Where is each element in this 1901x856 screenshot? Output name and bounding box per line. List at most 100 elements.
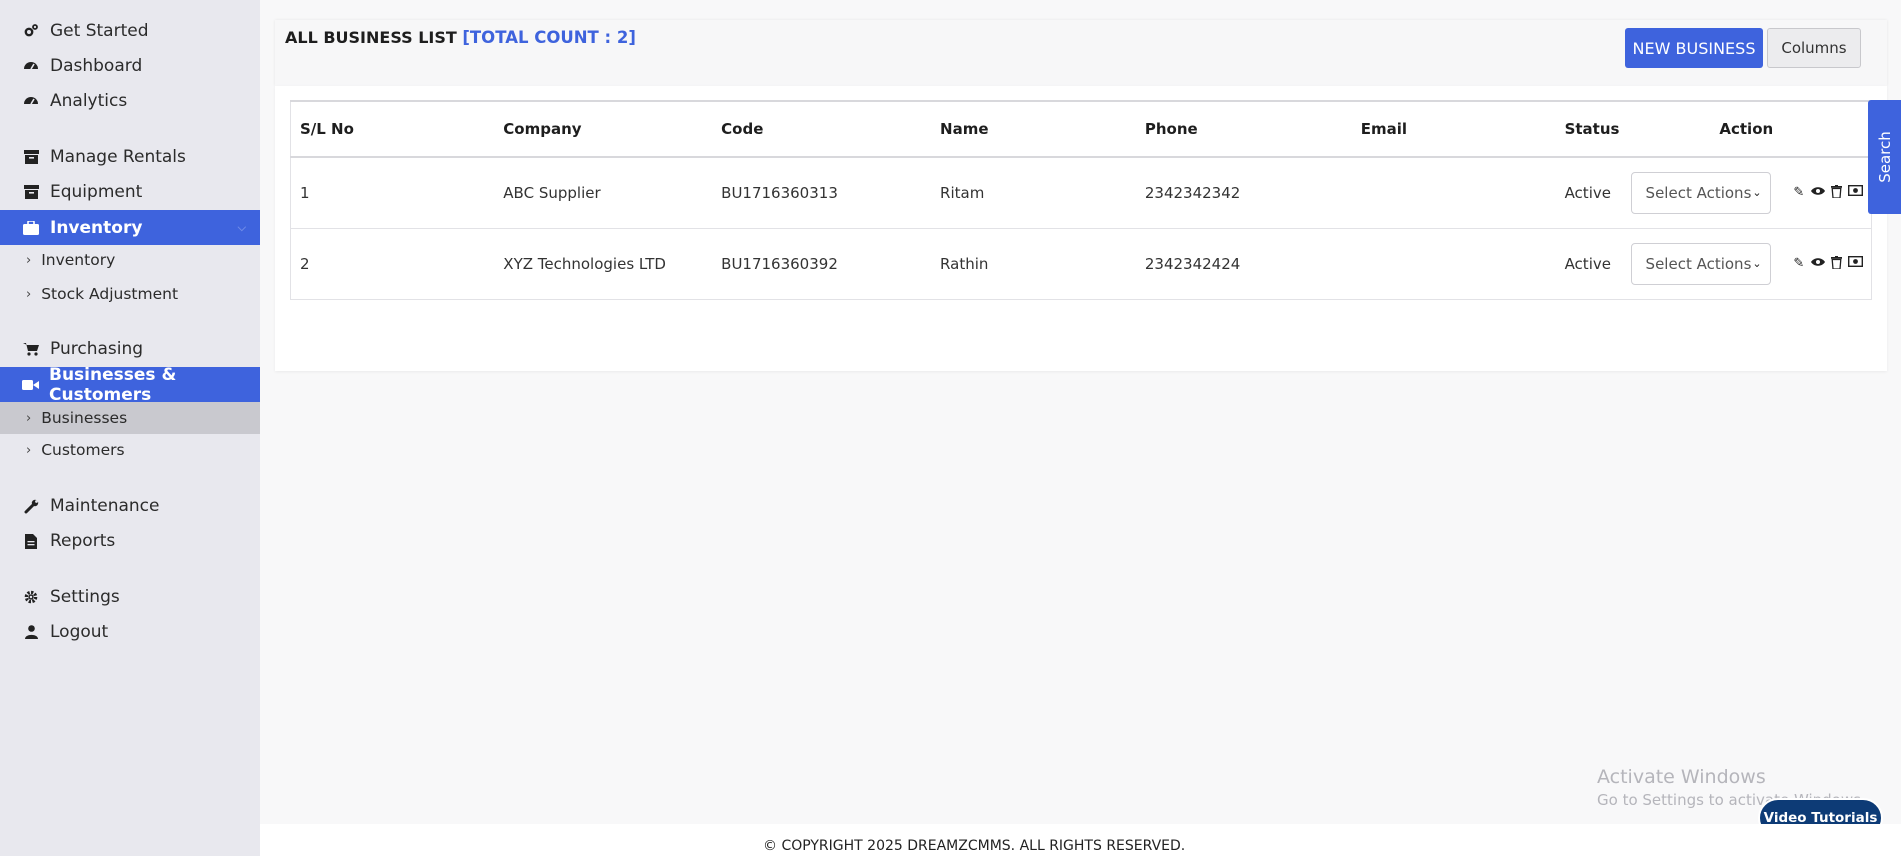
- gears-icon: [22, 22, 40, 40]
- column-header-company[interactable]: Company: [494, 100, 713, 158]
- select-actions-dropdown[interactable]: Select Actions ⌄: [1630, 242, 1771, 285]
- select-actions-value: Select Actions: [1645, 183, 1752, 202]
- table-row: 2 XYZ Technologies LTD BU1716360392 Rath…: [290, 228, 1872, 300]
- chevron-right-icon: ›: [26, 286, 32, 302]
- sidebar-label: Businesses & Customers: [49, 364, 177, 405]
- activate-windows-watermark: Activate Windows: [1597, 766, 1766, 788]
- copyright-text: © COPYRIGHT 2025 DREAMZCMMS. ALL RIGHTS …: [763, 838, 1186, 854]
- sidebar-sub-label: Customers: [41, 441, 125, 459]
- page-title-text: ALL BUSINESS LIST: [285, 28, 457, 47]
- sidebar-item-logout[interactable]: Logout: [0, 615, 260, 649]
- column-header-email[interactable]: Email: [1351, 100, 1556, 158]
- cell-code: BU1716360392: [712, 228, 932, 300]
- payment-money-icon[interactable]: [1848, 255, 1864, 273]
- new-business-button[interactable]: NEW BUSINESS: [1625, 28, 1763, 68]
- column-header-sl[interactable]: S/L No: [290, 100, 495, 158]
- cell-sl: 1: [290, 157, 495, 229]
- delete-trash-icon[interactable]: [1829, 184, 1844, 202]
- sidebar-label: Analytics: [50, 91, 128, 111]
- sidebar-label: Dashboard: [50, 56, 143, 76]
- cart-icon: [22, 340, 40, 358]
- columns-button[interactable]: Columns: [1767, 28, 1861, 68]
- payment-money-icon[interactable]: [1848, 184, 1864, 202]
- sidebar-label: Get Started: [50, 21, 149, 41]
- sidebar-item-purchasing[interactable]: Purchasing: [0, 332, 260, 366]
- sidebar-subitem-stock-adjustment[interactable]: › Stock Adjustment: [0, 279, 260, 309]
- file-icon: [22, 532, 40, 550]
- cell-status: Active: [1555, 157, 1622, 229]
- sidebar-label: Equipment: [50, 182, 143, 202]
- sidebar-item-reports[interactable]: Reports: [0, 524, 260, 558]
- sidebar-label: Reports: [50, 531, 116, 551]
- sidebar-label: Manage Rentals: [50, 147, 186, 167]
- dashboard-icon: [22, 57, 40, 75]
- search-side-tab[interactable]: Search: [1868, 100, 1901, 214]
- column-header-action: Action: [1621, 100, 1872, 158]
- search-tab-label: Search: [1875, 131, 1894, 183]
- chevron-down-icon: ⌄: [1752, 186, 1762, 200]
- column-header-name[interactable]: Name: [931, 100, 1136, 158]
- video-camera-icon: [22, 376, 39, 394]
- cell-action: Select Actions ⌄ ✎: [1621, 157, 1872, 229]
- sidebar-item-dashboard[interactable]: Dashboard: [0, 49, 260, 83]
- sidebar-subitem-businesses[interactable]: › Businesses: [0, 402, 260, 434]
- column-header-phone[interactable]: Phone: [1135, 100, 1352, 158]
- chevron-down-icon: ⌵: [237, 220, 246, 234]
- archive-icon: [22, 148, 40, 166]
- sidebar-label: Maintenance: [50, 496, 160, 516]
- list-header: ALL BUSINESS LIST [TOTAL COUNT : 2] NEW …: [275, 20, 1887, 86]
- archive-icon: [22, 183, 40, 201]
- chevron-right-icon: ›: [26, 442, 32, 458]
- sidebar-item-maintenance[interactable]: Maintenance: [0, 489, 260, 523]
- cell-status: Active: [1555, 228, 1622, 300]
- total-count: [TOTAL COUNT : 2]: [462, 28, 636, 47]
- row-action-icons: ✎: [1791, 255, 1864, 273]
- business-table-card: S/L No Company Code Name Phone Email Sta…: [275, 86, 1887, 371]
- cell-email: [1351, 228, 1556, 300]
- delete-trash-icon[interactable]: [1829, 255, 1844, 273]
- chevron-down-icon: ⌄: [1752, 257, 1762, 270]
- sidebar-item-businesses-customers[interactable]: Businesses & Customers: [0, 364, 260, 405]
- select-actions-dropdown[interactable]: Select Actions ⌄: [1630, 171, 1771, 214]
- sidebar-sub-label: Businesses: [41, 409, 128, 427]
- view-eye-icon[interactable]: [1810, 256, 1825, 273]
- page-title: ALL BUSINESS LIST [TOTAL COUNT : 2]: [285, 28, 636, 47]
- business-table: S/L No Company Code Name Phone Email Sta…: [290, 100, 1872, 300]
- cell-code: BU1716360313: [712, 157, 932, 229]
- edit-pencil-icon[interactable]: ✎: [1791, 256, 1806, 273]
- briefcase-icon: [22, 219, 40, 237]
- sidebar-item-analytics[interactable]: Analytics: [0, 84, 260, 118]
- column-header-status[interactable]: Status: [1555, 100, 1622, 158]
- edit-pencil-icon[interactable]: ✎: [1791, 185, 1806, 202]
- select-actions-value: Select Actions: [1645, 254, 1752, 273]
- cell-company: XYZ Technologies LTD: [494, 228, 713, 300]
- gear-icon: [22, 588, 40, 606]
- table-row: 1 ABC Supplier BU1716360313 Ritam 234234…: [290, 157, 1872, 229]
- sidebar-label: Settings: [50, 587, 120, 607]
- sidebar-item-inventory[interactable]: Inventory ⌵: [0, 210, 260, 245]
- table-header-row: S/L No Company Code Name Phone Email Sta…: [290, 100, 1872, 158]
- sidebar-subitem-customers[interactable]: › Customers: [0, 435, 260, 465]
- cell-name: Rathin: [931, 228, 1136, 300]
- cell-name: Ritam: [931, 157, 1136, 229]
- sidebar-sub-label: Stock Adjustment: [41, 285, 179, 303]
- sidebar-item-equipment[interactable]: Equipment: [0, 175, 260, 209]
- sidebar-subitem-inventory[interactable]: › Inventory: [0, 245, 260, 275]
- sidebar-item-settings[interactable]: Settings: [0, 580, 260, 614]
- sidebar-item-manage-rentals[interactable]: Manage Rentals: [0, 140, 260, 174]
- chevron-right-icon: ›: [26, 410, 32, 426]
- cell-sl: 2: [290, 228, 495, 300]
- sidebar-label: Logout: [50, 622, 109, 642]
- column-header-code[interactable]: Code: [712, 100, 932, 158]
- row-action-icons: ✎: [1791, 184, 1864, 202]
- sidebar-sub-label: Inventory: [41, 251, 116, 269]
- user-icon: [22, 623, 40, 641]
- cell-phone: 2342342342: [1135, 157, 1352, 229]
- analytics-icon: [22, 92, 40, 110]
- sidebar: Get Started Dashboard Analytics Manage R…: [0, 0, 260, 856]
- cell-phone: 2342342424: [1135, 228, 1352, 300]
- cell-action: Select Actions ⌄ ✎: [1621, 228, 1872, 300]
- cell-company: ABC Supplier: [494, 157, 713, 229]
- view-eye-icon[interactable]: [1810, 185, 1825, 202]
- sidebar-item-get-started[interactable]: Get Started: [0, 14, 260, 48]
